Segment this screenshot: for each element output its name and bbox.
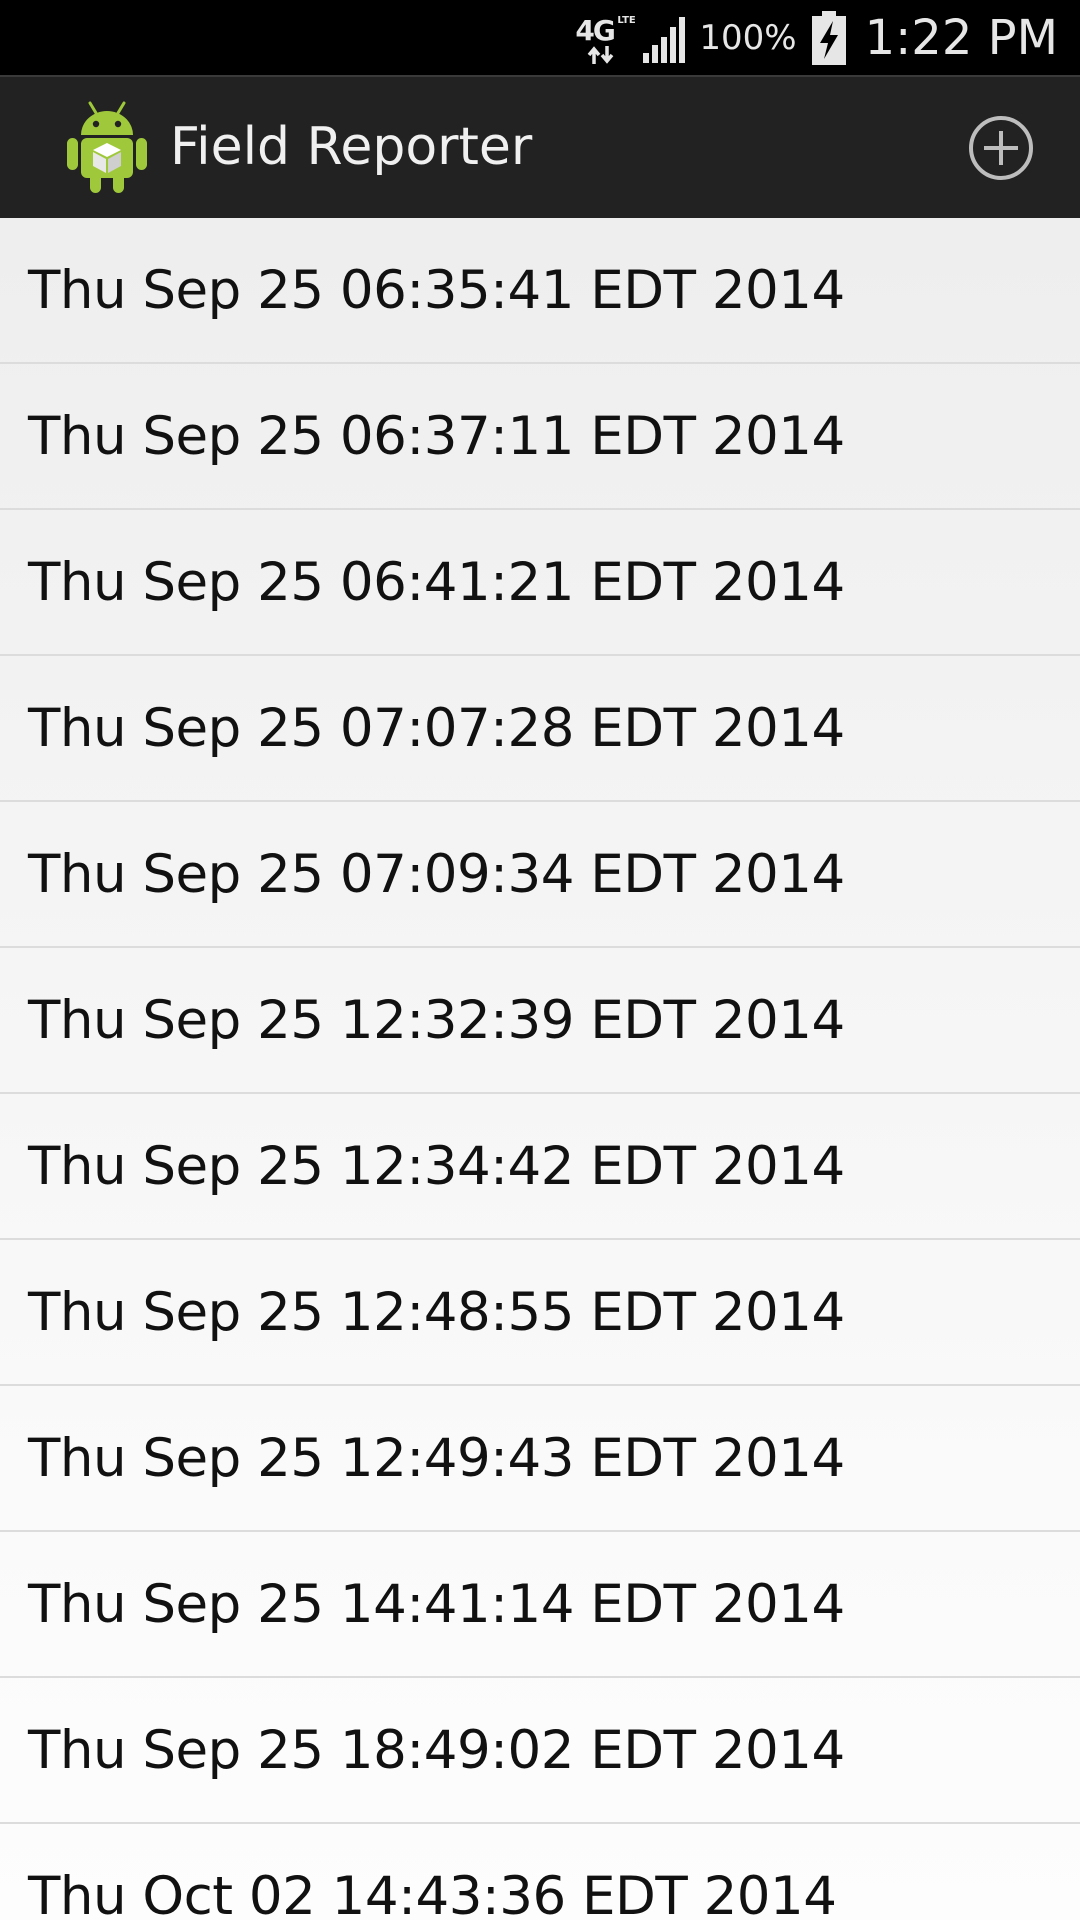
list-item[interactable]: Thu Sep 25 12:49:43 EDT 2014: [0, 1386, 1080, 1532]
report-timestamp: Thu Sep 25 12:48:55 EDT 2014: [28, 1281, 845, 1343]
status-clock: 1:22 PM: [864, 9, 1058, 66]
status-bar: 4G LTE 100% 1:22 PM: [0, 0, 1080, 75]
list-item[interactable]: Thu Sep 25 12:48:55 EDT 2014: [0, 1240, 1080, 1386]
list-item[interactable]: Thu Sep 25 12:34:42 EDT 2014: [0, 1094, 1080, 1240]
report-timestamp: Thu Sep 25 18:49:02 EDT 2014: [28, 1719, 845, 1781]
4g-lte-icon: 4G LTE: [575, 10, 636, 66]
report-timestamp: Thu Sep 25 06:35:41 EDT 2014: [28, 259, 845, 321]
report-timestamp: Thu Sep 25 12:32:39 EDT 2014: [28, 989, 845, 1051]
report-timestamp: Thu Sep 25 12:34:42 EDT 2014: [28, 1135, 845, 1197]
report-timestamp: Thu Oct 02 14:43:36 EDT 2014: [28, 1865, 837, 1920]
report-timestamp: Thu Sep 25 14:41:14 EDT 2014: [28, 1573, 845, 1635]
list-item[interactable]: Thu Sep 25 12:32:39 EDT 2014: [0, 948, 1080, 1094]
report-timestamp: Thu Sep 25 07:09:34 EDT 2014: [28, 843, 845, 905]
report-timestamp: Thu Sep 25 06:37:11 EDT 2014: [28, 405, 845, 467]
list-item[interactable]: Thu Sep 25 14:41:14 EDT 2014: [0, 1532, 1080, 1678]
list-item[interactable]: Thu Oct 02 14:43:36 EDT 2014: [0, 1824, 1080, 1920]
action-bar: Field Reporter: [0, 75, 1080, 232]
report-timestamp: Thu Sep 25 06:41:21 EDT 2014: [28, 551, 845, 613]
report-timestamp: Thu Sep 25 12:49:43 EDT 2014: [28, 1427, 845, 1489]
report-list[interactable]: Thu Sep 25 06:35:41 EDT 2014 Thu Sep 25 …: [0, 218, 1080, 1920]
battery-charging-icon: [811, 10, 846, 65]
network-sub-label: LTE: [617, 14, 636, 26]
battery-percent: 100%: [699, 17, 797, 58]
list-item[interactable]: Thu Sep 25 06:37:11 EDT 2014: [0, 364, 1080, 510]
android-robot-icon[interactable]: [64, 99, 150, 195]
app-title: Field Reporter: [170, 117, 533, 177]
signal-bars-icon: [643, 16, 686, 63]
list-item[interactable]: Thu Sep 25 06:35:41 EDT 2014: [0, 218, 1080, 364]
list-item[interactable]: Thu Sep 25 07:07:28 EDT 2014: [0, 656, 1080, 802]
list-item[interactable]: Thu Sep 25 18:49:02 EDT 2014: [0, 1678, 1080, 1824]
add-report-button[interactable]: [966, 113, 1036, 183]
add-circle-icon: [969, 116, 1033, 180]
list-item[interactable]: Thu Sep 25 06:41:21 EDT 2014: [0, 510, 1080, 656]
network-type-label: 4G: [575, 13, 615, 47]
list-item[interactable]: Thu Sep 25 07:09:34 EDT 2014: [0, 802, 1080, 948]
status-icons: 4G LTE 100% 1:22 PM: [575, 0, 1058, 75]
report-timestamp: Thu Sep 25 07:07:28 EDT 2014: [28, 697, 845, 759]
